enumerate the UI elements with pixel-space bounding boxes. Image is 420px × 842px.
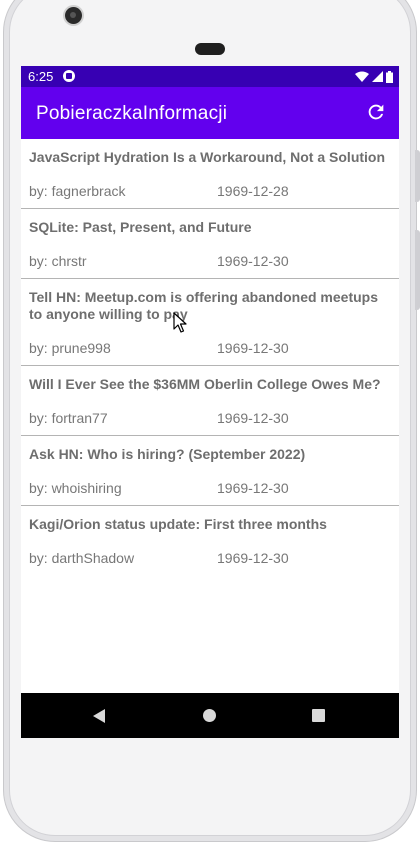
article-date: 1969-12-30 xyxy=(217,410,289,426)
list-item[interactable]: JavaScript Hydration Is a Workaround, No… xyxy=(21,139,399,209)
article-date: 1969-12-28 xyxy=(217,183,289,199)
article-title: Ask HN: Who is hiring? (September 2022) xyxy=(29,446,306,462)
article-author: by: fortran77 xyxy=(29,410,108,426)
list-item[interactable]: Tell HN: Meetup.com is offering abandone… xyxy=(21,279,399,366)
device-frame: 6:25 PobieraczkaInformacji JavaScript Hy… xyxy=(0,0,420,842)
article-title: SQLite: Past, Present, and Future xyxy=(29,219,252,235)
screen: 6:25 PobieraczkaInformacji JavaScript Hy… xyxy=(21,66,399,738)
article-date: 1969-12-30 xyxy=(217,253,289,269)
signal-icon xyxy=(372,71,383,82)
refresh-button[interactable] xyxy=(365,101,387,123)
volume-button xyxy=(415,150,420,202)
article-title: Tell HN: Meetup.com is offering abandone… xyxy=(29,289,378,322)
app-title: PobieraczkaInformacji xyxy=(36,103,228,124)
article-title: Will I Ever See the $36MM Oberlin Colleg… xyxy=(29,376,381,392)
article-author: by: whoishiring xyxy=(29,480,122,496)
app-bar: PobieraczkaInformacji xyxy=(21,87,399,139)
wifi-icon xyxy=(355,71,369,82)
article-list: JavaScript Hydration Is a Workaround, No… xyxy=(21,139,399,576)
article-author: by: prune998 xyxy=(29,340,111,356)
list-item[interactable]: Will I Ever See the $36MM Oberlin Colleg… xyxy=(21,366,399,436)
recents-icon[interactable] xyxy=(312,709,325,722)
list-item[interactable]: Ask HN: Who is hiring? (September 2022) … xyxy=(21,436,399,506)
article-author: by: fagnerbrack xyxy=(29,183,126,199)
list-item[interactable]: SQLite: Past, Present, and Future by: ch… xyxy=(21,209,399,279)
front-camera xyxy=(65,7,82,24)
article-title: JavaScript Hydration Is a Workaround, No… xyxy=(29,149,386,165)
status-bar: 6:25 xyxy=(21,66,399,87)
article-date: 1969-12-30 xyxy=(217,480,289,496)
article-date: 1969-12-30 xyxy=(217,340,289,356)
power-button xyxy=(415,230,420,310)
mouse-cursor-icon xyxy=(173,312,187,333)
article-author: by: chrstr xyxy=(29,253,87,269)
article-author: by: darthShadow xyxy=(29,550,135,566)
back-icon[interactable] xyxy=(93,709,105,723)
earpiece-speaker xyxy=(195,43,225,55)
status-time: 6:25 xyxy=(28,69,54,84)
navigation-bar xyxy=(21,693,399,738)
list-item[interactable]: Kagi/Orion status update: First three mo… xyxy=(21,506,399,576)
article-date: 1969-12-30 xyxy=(217,550,289,566)
refresh-icon xyxy=(368,104,384,120)
article-title: Kagi/Orion status update: First three mo… xyxy=(29,516,327,532)
app-notification-icon xyxy=(63,70,75,82)
battery-icon xyxy=(386,70,393,83)
status-icons xyxy=(355,69,393,84)
home-icon[interactable] xyxy=(203,709,216,722)
